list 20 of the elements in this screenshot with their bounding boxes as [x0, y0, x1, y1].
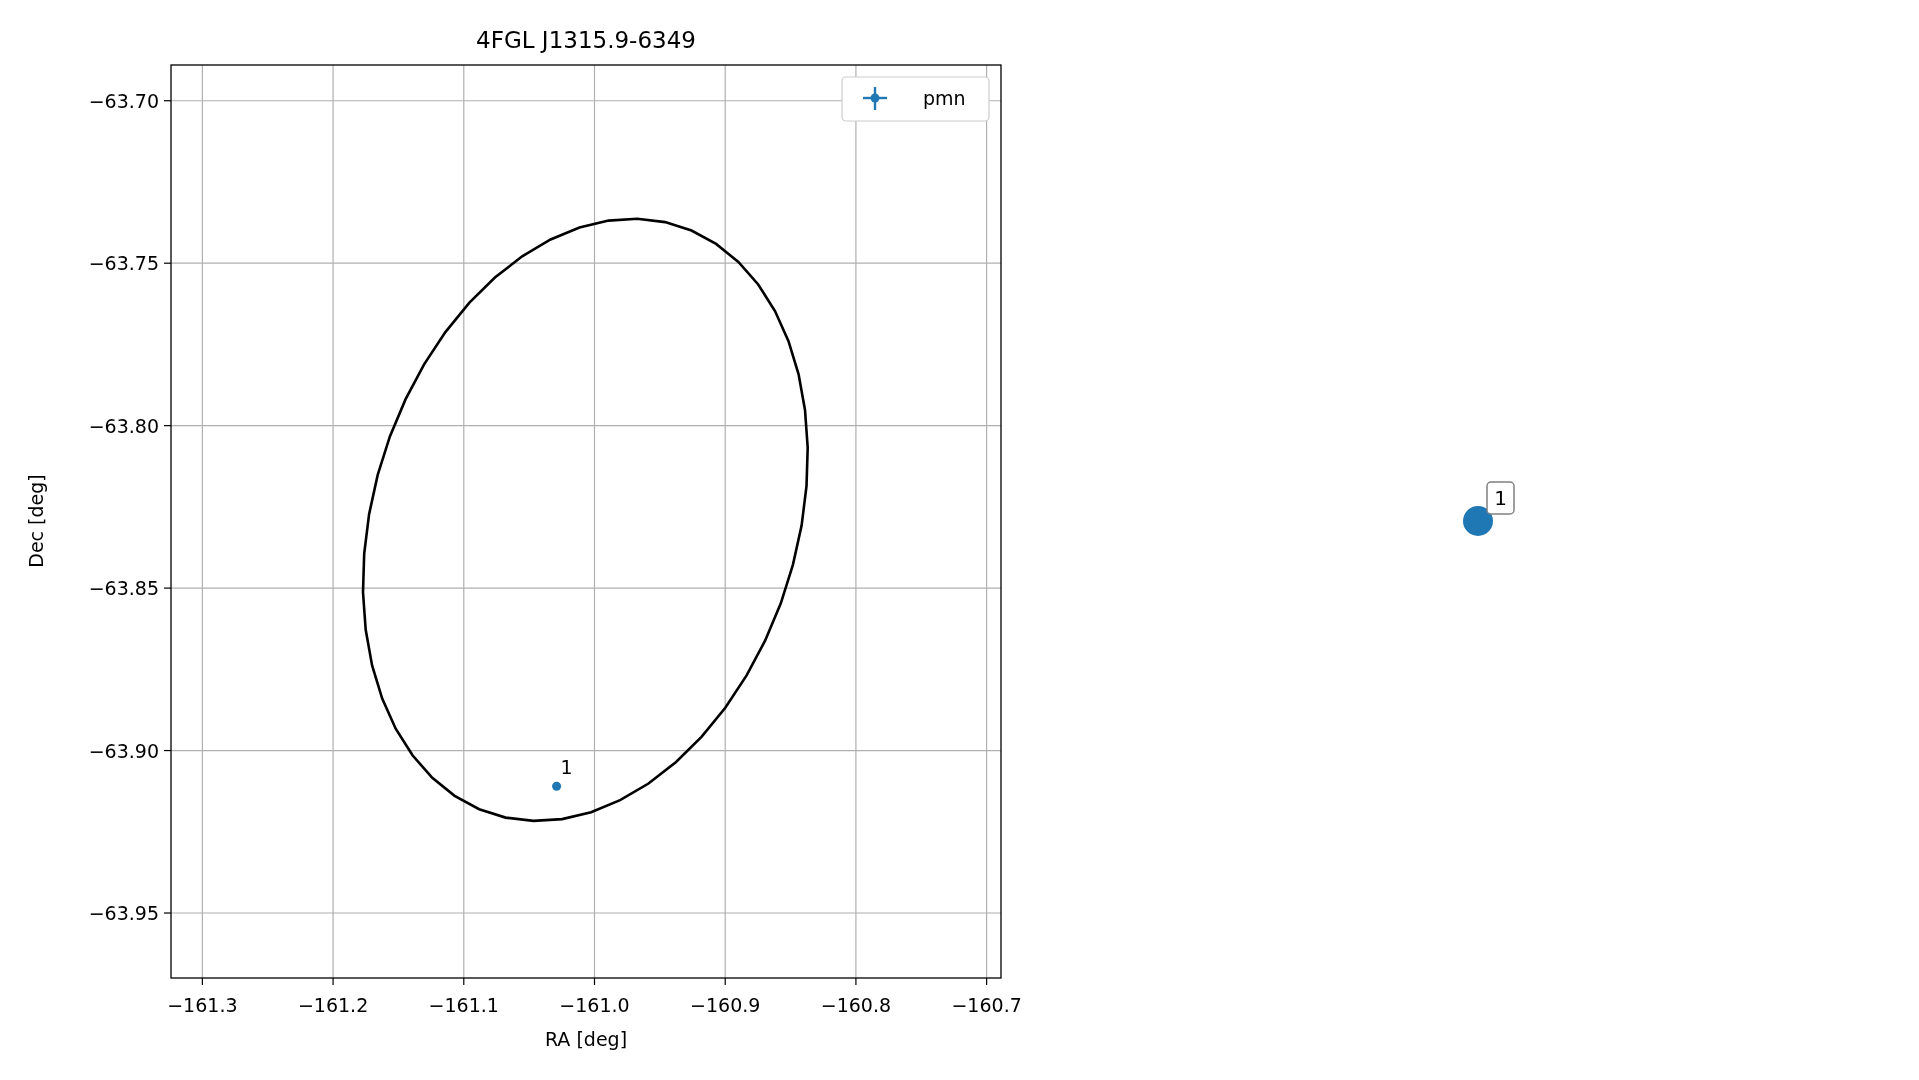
x-tick-label: −161.2 — [297, 994, 369, 1016]
y-tick-label: −63.75 — [88, 252, 159, 275]
y-tick-label: −63.80 — [88, 414, 159, 437]
legend-label: pmn — [923, 87, 966, 109]
label-box — [1486, 481, 1515, 515]
x-tick-label: −160.7 — [951, 994, 1022, 1016]
x-tick-label: −161.3 — [167, 994, 238, 1016]
y-tick-label: −63.95 — [88, 902, 159, 924]
x-axis-label: RA [deg] — [544, 1028, 628, 1050]
chart-title: 4FGL J1315.9-6349 — [476, 27, 696, 53]
y-tick-label: −63.90 — [88, 739, 159, 762]
x-tick-label: −160.9 — [690, 994, 761, 1016]
y-axis-label: Dec [deg] — [25, 474, 47, 568]
point-label: 1 — [560, 756, 573, 779]
marker-label: 1 — [1494, 486, 1507, 510]
x-tick-label: −160.8 — [820, 994, 892, 1016]
x-tick-label: −161.0 — [559, 994, 630, 1016]
y-tick-label: −63.85 — [88, 577, 159, 600]
x-tick-label: −161.1 — [428, 994, 499, 1016]
y-tick-label: −63.70 — [88, 89, 159, 112]
